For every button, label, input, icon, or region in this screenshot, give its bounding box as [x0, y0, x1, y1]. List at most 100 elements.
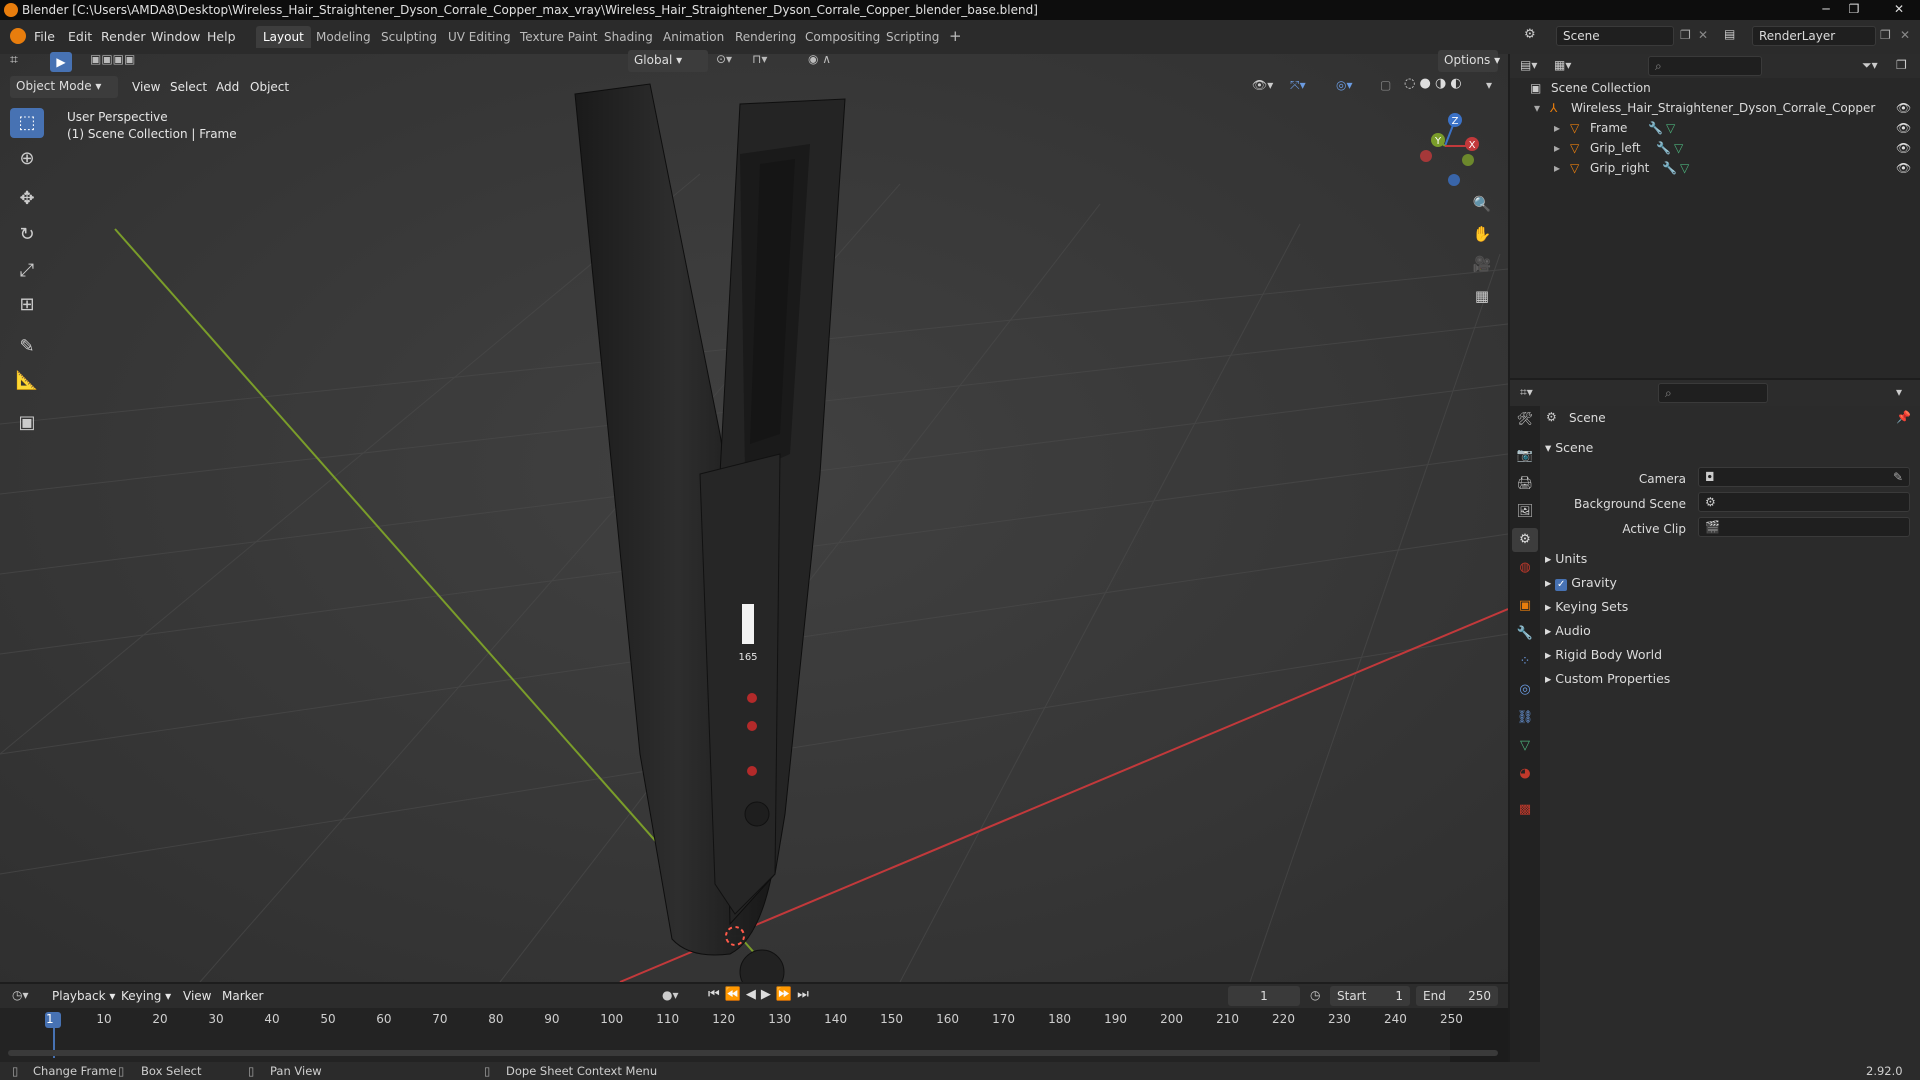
playback-controls[interactable]: ⏮⏪◀▶⏩⏭ — [708, 987, 814, 1002]
expand-arrow-icon[interactable]: ▸ — [1554, 141, 1560, 155]
navigation-gizmo[interactable]: Z X Y — [1410, 108, 1480, 188]
renderlayer-browse-icon[interactable]: ▤ — [1724, 27, 1735, 41]
background-scene-field[interactable]: ⚙ — [1698, 492, 1910, 512]
tab-texture-icon[interactable]: ▩ — [1512, 798, 1538, 822]
outliner-row-grip-right[interactable]: ▸ ▽ Grip_right 🔧 ▽ 👁 — [1510, 158, 1920, 178]
minimize-button[interactable]: ─ — [1812, 0, 1840, 18]
tab-rendering[interactable]: Rendering — [728, 26, 803, 48]
tab-object-icon[interactable]: ▣ — [1512, 594, 1538, 618]
timeline-menu-view[interactable]: View — [183, 989, 211, 1003]
viewport-menu-object[interactable]: Object — [250, 80, 289, 94]
menu-file[interactable]: File — [34, 29, 55, 44]
select-tool-icon[interactable]: ▶ — [50, 52, 72, 72]
camera-view-icon[interactable]: 🎥 — [1468, 250, 1496, 278]
pivot-point-icon[interactable]: ⊙▾ — [716, 52, 732, 66]
pin-icon[interactable]: 📌 — [1896, 410, 1911, 424]
tab-physics-icon[interactable]: ◎ — [1512, 678, 1538, 702]
maximize-button[interactable]: ❐ — [1840, 0, 1868, 18]
zoom-icon[interactable]: 🔍 — [1468, 190, 1496, 218]
shading-options-icon[interactable]: ▾ — [1486, 78, 1492, 92]
panel-rigid-body-header[interactable]: ▸ Rigid Body World — [1545, 647, 1662, 662]
display-mode-icon[interactable]: ▦▾ — [1554, 58, 1571, 72]
panel-units-header[interactable]: ▸ Units — [1545, 551, 1587, 566]
snap-icon[interactable]: ⊓▾ — [752, 52, 767, 66]
outliner-row-frame[interactable]: ▸ ▽ Frame 🔧 ▽ 👁 — [1510, 118, 1920, 138]
gizmo-toggle-icon[interactable]: ⤧▾ — [1290, 78, 1306, 93]
timeline-menu-marker[interactable]: Marker — [222, 989, 263, 1003]
menu-window[interactable]: Window — [151, 29, 200, 44]
new-collection-icon[interactable]: ❐ — [1896, 58, 1907, 72]
options-dropdown[interactable]: Options ▾ — [1438, 50, 1500, 72]
tab-uv-editing[interactable]: UV Editing — [441, 26, 518, 48]
viewport-menu-view[interactable]: View — [132, 80, 160, 94]
panel-gravity-header[interactable]: ▸ ✓ Gravity — [1545, 575, 1617, 591]
current-frame-field[interactable]: 1 — [1228, 986, 1300, 1006]
delete-renderlayer-icon[interactable]: ✕ — [1900, 28, 1910, 42]
tab-particles-icon[interactable]: ⁘ — [1512, 650, 1538, 674]
cursor-tool[interactable]: ⊕ — [10, 144, 44, 174]
new-scene-icon[interactable]: ❐ — [1680, 28, 1691, 42]
viewport-menu-add[interactable]: Add — [216, 80, 239, 94]
add-cube-tool[interactable]: ▣ — [10, 408, 44, 438]
panel-scene-header[interactable]: ▾ Scene — [1545, 440, 1593, 455]
tab-scene-icon[interactable]: ⚙ — [1512, 528, 1538, 552]
menu-render[interactable]: Render — [101, 29, 146, 44]
proportional-edit-icon[interactable]: ◉ ∧ — [808, 52, 831, 66]
tab-layout[interactable]: Layout — [256, 26, 311, 48]
tab-modifiers-icon[interactable]: 🔧 — [1512, 622, 1538, 646]
visibility-eye-icon[interactable]: 👁 — [1896, 141, 1911, 155]
rotate-tool[interactable]: ↻ — [10, 220, 44, 250]
tab-render-icon[interactable]: 📷 — [1512, 444, 1538, 468]
outliner-row-scene-collection[interactable]: ▣ Scene Collection — [1510, 78, 1920, 98]
transform-tool[interactable]: ⊞ — [10, 290, 44, 320]
new-renderlayer-icon[interactable]: ❐ — [1880, 28, 1891, 42]
end-frame-field[interactable]: End 250 — [1416, 986, 1498, 1006]
tab-scripting[interactable]: Scripting — [879, 26, 946, 48]
ortho-grid-icon[interactable]: ▦ — [1468, 282, 1496, 310]
timeline-menu-playback[interactable]: Playback ▾ — [52, 989, 115, 1003]
visibility-eye-icon[interactable]: 👁 — [1896, 101, 1911, 115]
tab-output-icon[interactable]: 🖨 — [1512, 472, 1538, 496]
panel-keying-sets-header[interactable]: ▸ Keying Sets — [1545, 599, 1628, 614]
timeline-menu-keying[interactable]: Keying ▾ — [121, 989, 171, 1003]
xray-icon[interactable]: ▢ — [1380, 78, 1391, 92]
blender-menu-icon[interactable] — [10, 28, 26, 44]
add-workspace-button[interactable]: + — [942, 26, 969, 48]
viewport-menu-select[interactable]: Select — [170, 80, 207, 94]
select-mode-buttons[interactable]: ▣▣▣▣ — [90, 52, 180, 72]
properties-editor-icon[interactable]: ⌗▾ — [1520, 385, 1533, 400]
tab-sculpting[interactable]: Sculpting — [374, 26, 444, 48]
properties-search-field[interactable]: ⌕ — [1658, 383, 1768, 403]
expand-arrow-icon[interactable]: ▾ — [1534, 101, 1540, 115]
delete-scene-icon[interactable]: ✕ — [1698, 28, 1708, 42]
timeline-scrollbar[interactable] — [8, 1050, 1498, 1056]
visibility-icon[interactable]: 👁▾ — [1252, 78, 1273, 92]
tab-data-icon[interactable]: ▽ — [1512, 734, 1538, 758]
panel-audio-header[interactable]: ▸ Audio — [1545, 623, 1591, 638]
tab-world-icon[interactable]: ◍ — [1512, 556, 1538, 580]
measure-tool[interactable]: 📐 — [10, 366, 44, 396]
properties-options-icon[interactable]: ▾ — [1896, 385, 1902, 399]
gravity-checkbox[interactable]: ✓ — [1555, 579, 1568, 591]
shading-mode-icons[interactable]: ◌ ● ◑ ◐ — [1404, 76, 1484, 96]
tab-modeling[interactable]: Modeling — [309, 26, 378, 48]
object-mode-dropdown[interactable]: Object Mode ▾ — [10, 76, 118, 98]
transform-orientation-dropdown[interactable]: Global ▾ — [628, 50, 708, 72]
visibility-eye-icon[interactable]: 👁 — [1896, 121, 1911, 135]
visibility-eye-icon[interactable]: 👁 — [1896, 161, 1911, 175]
outliner-row-grip-left[interactable]: ▸ ▽ Grip_left 🔧 ▽ 👁 — [1510, 138, 1920, 158]
outliner-row-collection[interactable]: ▾ ⅄ Wireless_Hair_Straightener_Dyson_Cor… — [1510, 98, 1920, 118]
editor-type-icon[interactable]: ⌗ — [10, 52, 18, 68]
tab-material-icon[interactable]: ◕ — [1512, 762, 1538, 786]
outliner-editor-icon[interactable]: ▤▾ — [1520, 58, 1537, 72]
filter-icon[interactable]: ⏷▾ — [1862, 58, 1878, 73]
scale-tool[interactable]: ⤢ — [10, 256, 44, 286]
scene-browse-icon[interactable]: ⚙ — [1524, 27, 1548, 47]
outliner-search-field[interactable]: ⌕ — [1648, 56, 1762, 76]
record-keyframe-icon[interactable]: ●▾ — [662, 988, 679, 1002]
close-button[interactable]: ✕ — [1884, 0, 1914, 18]
active-clip-field[interactable]: 🎬 — [1698, 517, 1910, 537]
panel-custom-properties-header[interactable]: ▸ Custom Properties — [1545, 671, 1670, 686]
select-box-tool[interactable]: ⬚ — [10, 108, 44, 138]
tab-shading[interactable]: Shading — [597, 26, 660, 48]
